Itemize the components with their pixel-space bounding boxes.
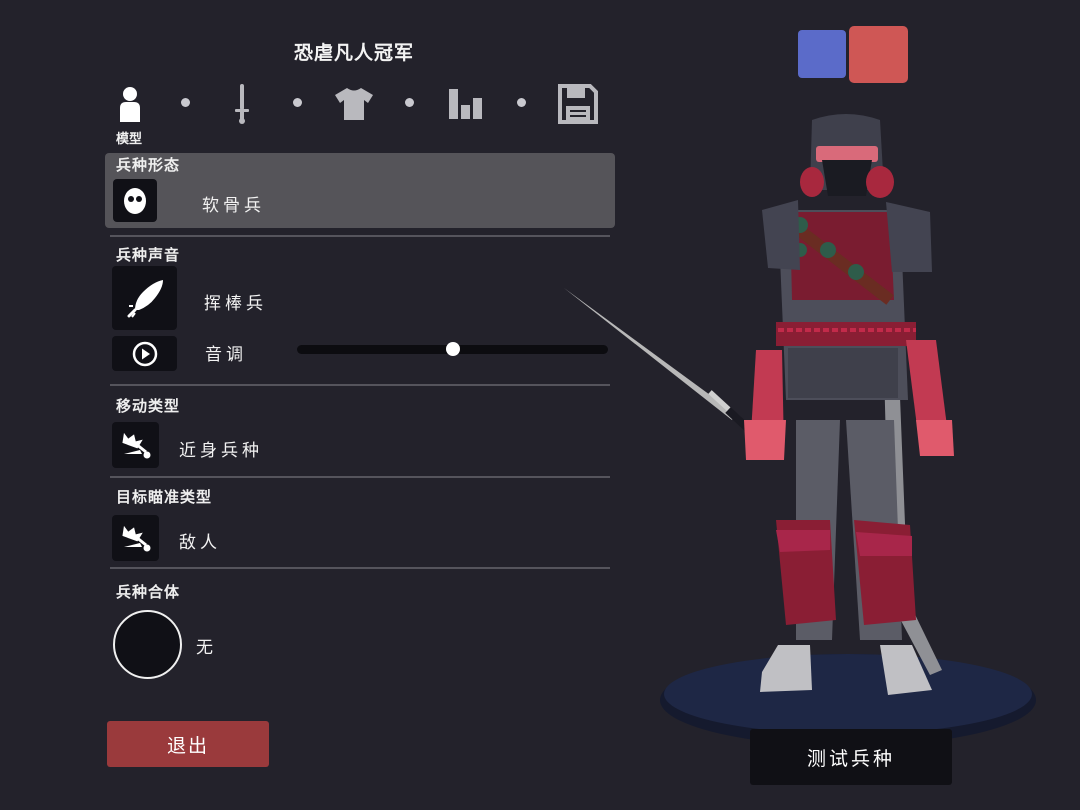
merge-value: 无 bbox=[196, 638, 217, 658]
unit-voice-value: 挥棒兵 bbox=[204, 294, 267, 314]
merge-slot[interactable] bbox=[113, 610, 182, 679]
movement-title: 移动类型 bbox=[116, 397, 181, 415]
shirt-icon bbox=[335, 88, 373, 120]
test-unit-button[interactable]: 测试兵种 bbox=[750, 729, 952, 785]
movement-value: 近身兵种 bbox=[179, 441, 263, 461]
section-divider bbox=[110, 384, 610, 386]
unit-voice-title: 兵种声音 bbox=[116, 246, 181, 264]
tab-separator-dot bbox=[181, 98, 190, 107]
pitch-slider-knob[interactable] bbox=[445, 342, 460, 356]
tab-separator-dot bbox=[517, 98, 526, 107]
tab-model[interactable] bbox=[106, 80, 154, 128]
unit-voice-icon-button[interactable] bbox=[112, 266, 177, 330]
melee-crown-icon bbox=[121, 432, 150, 459]
tab-separator-dot bbox=[405, 98, 414, 107]
feather-icon bbox=[127, 280, 163, 318]
bar-chart-icon bbox=[449, 89, 482, 119]
targeting-title: 目标瞄准类型 bbox=[116, 488, 213, 506]
tab-model-label: 模型 bbox=[115, 132, 142, 147]
targeting-value: 敌人 bbox=[179, 533, 221, 553]
tab-armor[interactable] bbox=[330, 80, 378, 128]
face-icon bbox=[124, 187, 146, 214]
merge-title: 兵种合体 bbox=[116, 583, 181, 601]
play-voice-button[interactable] bbox=[112, 336, 177, 371]
sword-icon bbox=[235, 84, 249, 124]
unit-base-row[interactable] bbox=[105, 153, 615, 228]
tab-stats[interactable] bbox=[442, 80, 490, 128]
spear bbox=[564, 288, 762, 440]
tab-weapon[interactable] bbox=[218, 80, 266, 128]
exit-button[interactable]: 退出 bbox=[107, 721, 269, 767]
unit-base-title: 兵种形态 bbox=[116, 156, 181, 174]
unit-base-value: 软骨兵 bbox=[202, 196, 265, 216]
tab-separator-dot bbox=[293, 98, 302, 107]
team-blue-button[interactable] bbox=[798, 30, 846, 78]
page-title: 恐虐凡人冠军 bbox=[293, 42, 414, 64]
section-divider bbox=[110, 476, 610, 478]
pedestal-top bbox=[664, 654, 1032, 734]
team-red-button[interactable] bbox=[849, 26, 908, 83]
section-divider bbox=[110, 567, 610, 569]
pitch-label: 音调 bbox=[205, 345, 247, 365]
unit-base-icon-button[interactable] bbox=[113, 179, 157, 222]
movement-icon-button[interactable] bbox=[112, 422, 159, 468]
person-icon bbox=[120, 87, 140, 122]
section-divider bbox=[110, 235, 610, 237]
unit-preview bbox=[564, 114, 1036, 746]
play-icon bbox=[132, 341, 157, 366]
target-crown-icon bbox=[121, 525, 150, 552]
targeting-icon-button[interactable] bbox=[112, 515, 159, 561]
